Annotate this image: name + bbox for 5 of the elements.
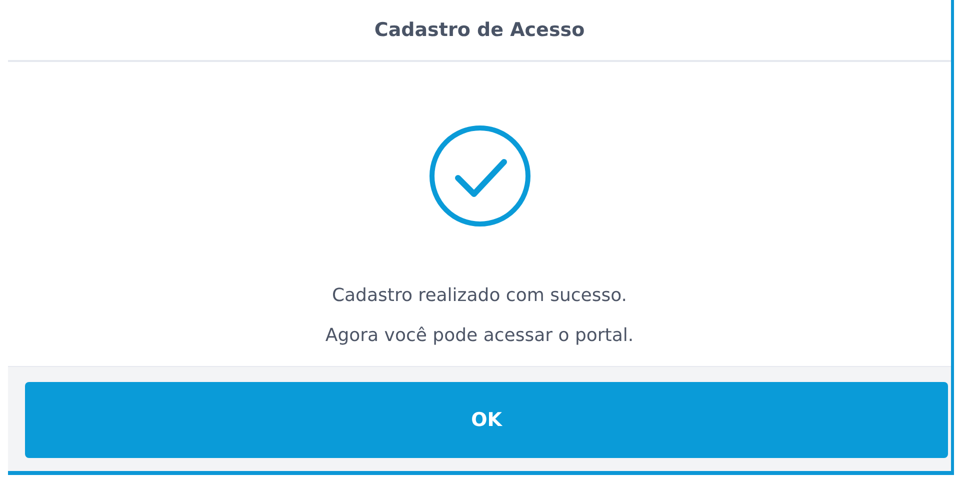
message-text: Cadastro realizado com sucesso. — [332, 284, 628, 308]
dialog-title: Cadastro de Acesso — [374, 18, 585, 43]
ok-button[interactable]: OK — [25, 382, 948, 458]
success-check-icon — [428, 124, 532, 228]
message-text: Agora você pode acessar o portal. — [325, 324, 634, 348]
